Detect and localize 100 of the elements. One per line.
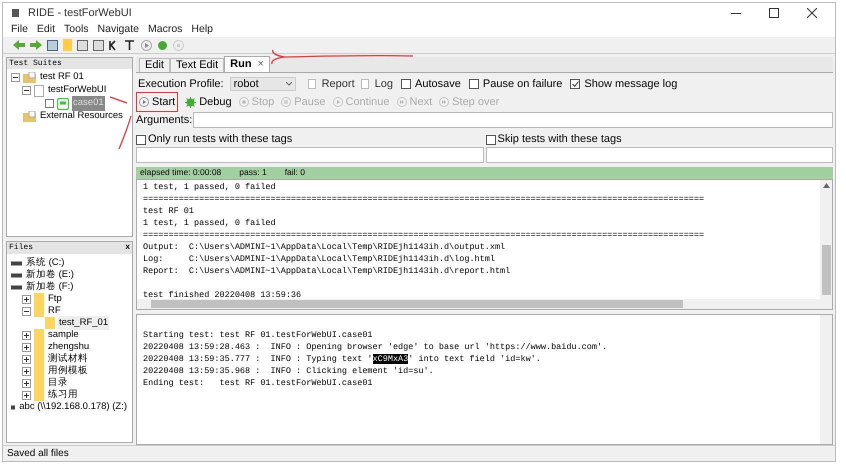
tab[interactable]: Edit — [139, 58, 170, 72]
report-button[interactable]: Report — [322, 76, 355, 92]
log-line: Output: C:\Users\ADMINI~1\AppData\Local\Temp\RIDEjh1143ih.d\output.xml — [143, 240, 506, 252]
tree-item[interactable]: 系统 (C:) — [25, 256, 66, 270]
log-line: Ending test: test RF 01.testForWebUI.case01 — [143, 376, 374, 389]
horizontal-scrollbar[interactable] — [137, 298, 820, 309]
chevron-down-icon — [286, 82, 292, 86]
expand-icon[interactable] — [22, 330, 31, 340]
expand-icon[interactable] — [22, 354, 31, 364]
scrollbar-thumb[interactable] — [822, 244, 830, 295]
expand-icon[interactable] — [22, 390, 31, 400]
vertical-scrollbar[interactable] — [820, 180, 832, 309]
tree-item[interactable]: 目录 — [47, 376, 69, 390]
folder-icon — [45, 317, 55, 329]
tree-item[interactable]: 新加卷 (F:) — [25, 280, 74, 294]
menu-item[interactable]: Help — [191, 22, 214, 38]
back-arrow-icon[interactable] — [13, 40, 25, 50]
tree-item[interactable]: testForWebUI — [47, 83, 108, 98]
play-icon[interactable] — [141, 40, 152, 50]
checkbox-label: Skip tests with these tags — [498, 132, 622, 148]
menu-item[interactable]: Macros — [148, 22, 182, 38]
tree-item[interactable]: test_RF_01 — [58, 316, 110, 330]
stop-icon — [238, 97, 249, 107]
log-line: Starting test: test RF 01.testForWebUI.case01 — [143, 328, 374, 341]
bug-icon[interactable] — [157, 40, 168, 50]
panel-title: Files — [9, 242, 34, 254]
collapse-icon[interactable] — [22, 306, 31, 316]
pause-icon — [281, 97, 292, 107]
play-icon — [332, 97, 342, 107]
log-button[interactable]: Log — [374, 76, 393, 92]
tree-item[interactable]: 练习用 — [47, 388, 79, 402]
menu-item[interactable]: Navigate — [98, 22, 139, 38]
tags-field[interactable] — [136, 146, 484, 162]
tree-item[interactable]: abc (\\192.168.0.178) (Z:) — [18, 400, 128, 414]
log-line: Log: C:\Users\ADMINI~1\AppData\Local\Temp\RIDEjh1143ih.d\log.html — [143, 252, 496, 264]
log-line: 1 test, 1 passed, 0 failed — [143, 180, 277, 192]
checkbox[interactable] — [136, 134, 146, 144]
check-icon — [572, 81, 579, 87]
checkbox[interactable] — [45, 99, 54, 108]
play-icon — [139, 97, 149, 107]
log-line: ============================================================================================================== — [143, 192, 706, 204]
tab[interactable]: Run × — [224, 56, 270, 72]
arguments-field[interactable] — [193, 112, 833, 128]
profile-dropdown[interactable]: robot — [230, 77, 296, 91]
tree-item[interactable]: RF — [47, 304, 62, 318]
log-line: test RF 01 — [143, 204, 196, 216]
pass-count: pass: 1 — [239, 166, 267, 179]
tab[interactable]: Text Edit — [170, 58, 224, 72]
checkbox[interactable] — [486, 134, 496, 144]
checkbox[interactable] — [570, 79, 580, 89]
log-line: ============================================================================================================== — [143, 228, 706, 240]
expand-icon[interactable] — [22, 378, 31, 388]
folder-icon — [34, 329, 44, 341]
arguments-label: Arguments: — [136, 113, 192, 128]
tree-item[interactable]: sample — [47, 328, 80, 342]
suite-folder-icon — [23, 72, 36, 83]
expand-icon[interactable] — [22, 366, 31, 376]
log-line: 20220408 13:59:28.463 : INFO : Opening browser 'edge' to base url 'https://www.baidu.com'. — [143, 340, 608, 353]
forward-arrow-icon[interactable] — [30, 40, 42, 50]
panel-title: Test Suites — [7, 58, 132, 69]
tree-item[interactable]: 新加卷 (E:) — [25, 268, 75, 282]
menu-item[interactable]: Edit — [36, 22, 56, 38]
log-line: test finished 20220408 13:59:36 — [143, 288, 302, 300]
folder-icon — [34, 389, 44, 401]
vertical-scrollbar[interactable] — [820, 314, 832, 444]
collapse-icon[interactable] — [11, 73, 20, 82]
tree-item[interactable]: 测试材料 — [47, 352, 89, 366]
log-line: 1 test, 1 passed, 0 failed — [143, 216, 277, 228]
scroll-up-icon[interactable] — [822, 182, 830, 188]
tree-item[interactable]: 用例模板 — [47, 364, 89, 378]
log-line: Report: C:\Users\ADMINI~1\AppData\Local\Temp\RIDEjh1143ih.d\report.html — [143, 264, 512, 276]
tree-item[interactable]: test RF 01 — [39, 70, 85, 85]
option-label: Pause on failure — [482, 76, 562, 92]
fast-forward-icon — [439, 97, 450, 107]
maximize-icon[interactable] — [769, 8, 779, 18]
menu-item[interactable]: Tools — [64, 22, 89, 38]
expand-icon[interactable] — [22, 294, 31, 304]
execution-profile-label: Execution Profile: — [138, 76, 224, 92]
tree-item[interactable]: External Resources — [39, 109, 124, 124]
fail-count: fail: 0 — [284, 166, 306, 179]
close-button[interactable]: x — [125, 242, 130, 254]
close-tab-button[interactable]: × — [258, 56, 264, 73]
checkbox[interactable] — [468, 79, 479, 89]
option-label: Show message log — [584, 76, 678, 92]
close-icon[interactable] — [807, 8, 817, 18]
log-line: 20220408 13:59:35.777 : INFO : Typing text 'xC9MxA3' into text field 'id=kw'. — [143, 352, 542, 365]
tags-field[interactable] — [486, 146, 833, 162]
toolbar-button[interactable]: Debug — [185, 94, 232, 110]
tree-item[interactable]: zhengshu — [47, 340, 90, 354]
tree-item[interactable]: Ftp — [47, 292, 63, 306]
menu-item[interactable]: File — [11, 22, 28, 38]
status-text: Saved all files — [7, 447, 69, 461]
window-title: RIDE - testForWebUI — [28, 6, 132, 21]
collapse-icon[interactable] — [22, 86, 31, 95]
folder-icon — [34, 305, 44, 317]
checkbox[interactable] — [401, 79, 411, 89]
option-label: Autosave — [415, 76, 461, 92]
toolbar-button[interactable]: Start — [139, 94, 176, 110]
expand-icon[interactable] — [22, 342, 31, 352]
bug-icon — [185, 96, 196, 108]
